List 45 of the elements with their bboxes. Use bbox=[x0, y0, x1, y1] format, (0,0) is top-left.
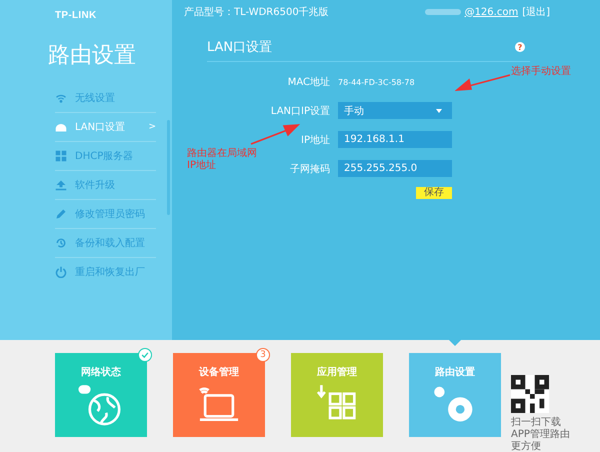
wifi-icon bbox=[55, 92, 67, 104]
sidebar-item[interactable]: 软件升级 bbox=[55, 171, 156, 200]
check-badge-icon bbox=[138, 348, 152, 362]
annotation-arrow bbox=[250, 123, 300, 145]
product-model: 产品型号：TL-WDR6500千兆版 bbox=[184, 6, 329, 19]
annotation-text: 路由器在局域网 IP地址 bbox=[187, 148, 257, 172]
save-button[interactable]: 保存 bbox=[416, 187, 452, 199]
annotation-text: 选择手动设置 bbox=[511, 66, 571, 78]
app-tile[interactable]: 网络状态 bbox=[55, 353, 147, 437]
ip-mode-dropdown[interactable]: 手动 bbox=[338, 102, 452, 119]
tp-link-logo: TP-LINK bbox=[55, 10, 97, 20]
caret-icon bbox=[436, 108, 442, 112]
qr-caption: APP管理路由 bbox=[511, 429, 570, 440]
input-field[interactable]: 255.255.255.0 bbox=[338, 160, 452, 177]
dhcp-icon bbox=[55, 150, 67, 162]
pencil-icon bbox=[55, 208, 67, 220]
app-tile[interactable]: 路由设置 bbox=[409, 353, 501, 437]
logout-link[interactable]: [退出] bbox=[522, 5, 550, 19]
sidebar-item[interactable]: 备份和载入配置 bbox=[55, 229, 156, 258]
qr-caption: 扫一扫下载 bbox=[511, 417, 562, 428]
account-link[interactable]: @126.com bbox=[464, 6, 518, 18]
sidebar-title: 路由设置 bbox=[47, 42, 137, 70]
sidebar-item[interactable]: 修改管理员密码 bbox=[55, 200, 156, 229]
help-icon[interactable]: ? bbox=[515, 42, 525, 52]
sidebar-item[interactable]: DHCP服务器 bbox=[55, 142, 156, 171]
power-icon bbox=[55, 266, 67, 278]
annotation-arrow bbox=[455, 74, 511, 92]
sidebar-item[interactable]: LAN口设置 > bbox=[55, 113, 156, 142]
count-badge: 3 bbox=[256, 348, 270, 362]
field-label: IP地址 bbox=[301, 134, 330, 146]
blurred-email bbox=[424, 9, 461, 15]
panel-title: LAN口设置 bbox=[207, 39, 272, 56]
app-tile[interactable]: 应用管理 bbox=[291, 353, 383, 437]
history-icon bbox=[55, 237, 67, 249]
field-label: LAN口IP设置 bbox=[270, 104, 330, 118]
field-label: MAC地址 bbox=[288, 76, 330, 89]
qr-caption: 更方便 bbox=[511, 441, 542, 452]
qr-code bbox=[511, 375, 549, 413]
field-label: 子网掩码 bbox=[290, 162, 330, 176]
dome-icon bbox=[55, 121, 67, 133]
sidebar-item[interactable]: 无线设置 bbox=[55, 84, 156, 113]
sidebar-item[interactable]: 重启和恢复出厂 bbox=[55, 258, 156, 286]
input-field[interactable]: 192.168.1.1 bbox=[338, 131, 452, 148]
mac-address: 78-44-FD-3C-58-78 bbox=[338, 76, 416, 88]
upload-icon bbox=[55, 179, 67, 191]
